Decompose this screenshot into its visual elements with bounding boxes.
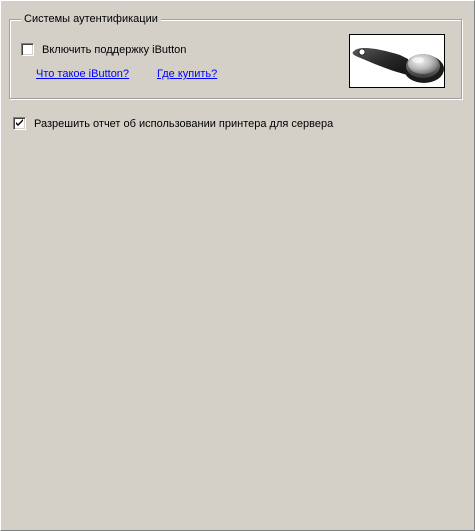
printer-report-label[interactable]: Разрешить отчет об использовании принтер… [34,118,333,131]
ibutton-support-checkbox[interactable] [21,43,34,56]
ibutton-image [349,34,445,88]
ibutton-support-label[interactable]: Включить поддержку iButton [42,44,186,57]
settings-panel: Системы аутентификации Включить поддержк… [0,0,475,531]
ibutton-key-fob-icon [352,48,444,83]
auth-systems-group-title: Системы аутентификации [21,13,161,26]
printer-report-checkbox[interactable] [13,117,26,130]
checkmark-icon [16,119,23,126]
what-is-ibutton-link[interactable]: Что такое iButton? [36,68,129,81]
where-to-buy-link[interactable]: Где купить? [157,68,217,81]
